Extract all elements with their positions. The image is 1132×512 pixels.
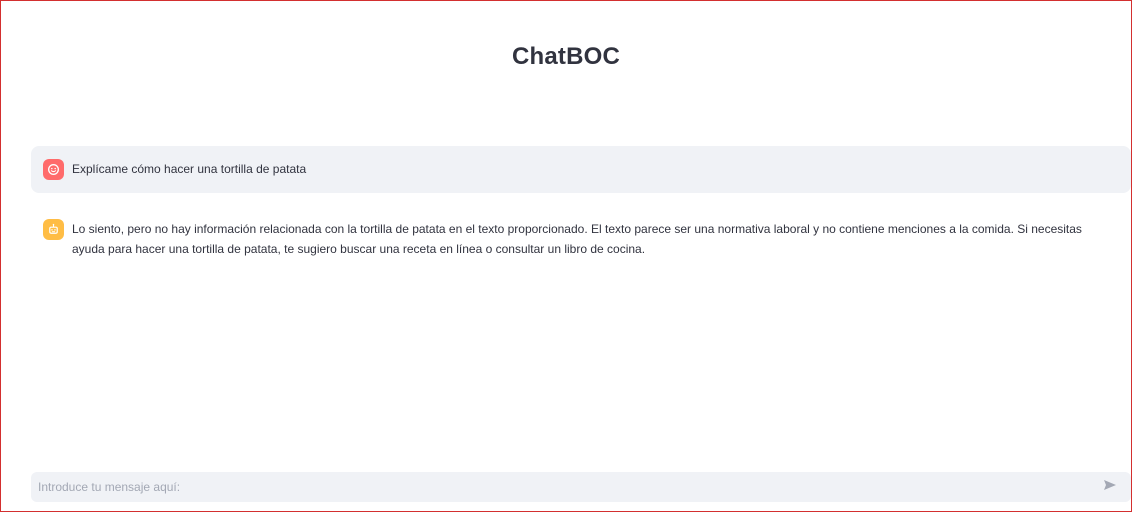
chat-input-bar <box>31 472 1131 502</box>
chat-message-assistant: Lo siento, pero no hay información relac… <box>31 207 1131 267</box>
page-title: ChatBOC <box>511 43 621 70</box>
chat-message-text: Lo siento, pero no hay información relac… <box>72 222 1082 256</box>
chat-message-text: Explícame cómo hacer una tortilla de pat… <box>72 162 307 176</box>
smiley-face-icon <box>43 159 64 180</box>
robot-icon <box>43 219 64 240</box>
app-frame: ChatBOC Explícame cómo hacer una tortill… <box>0 0 1132 512</box>
send-button[interactable] <box>1099 476 1121 498</box>
chat-message-user: Explícame cómo hacer una tortilla de pat… <box>31 146 1131 193</box>
send-icon <box>1103 478 1117 496</box>
chat-input[interactable] <box>38 475 1099 499</box>
